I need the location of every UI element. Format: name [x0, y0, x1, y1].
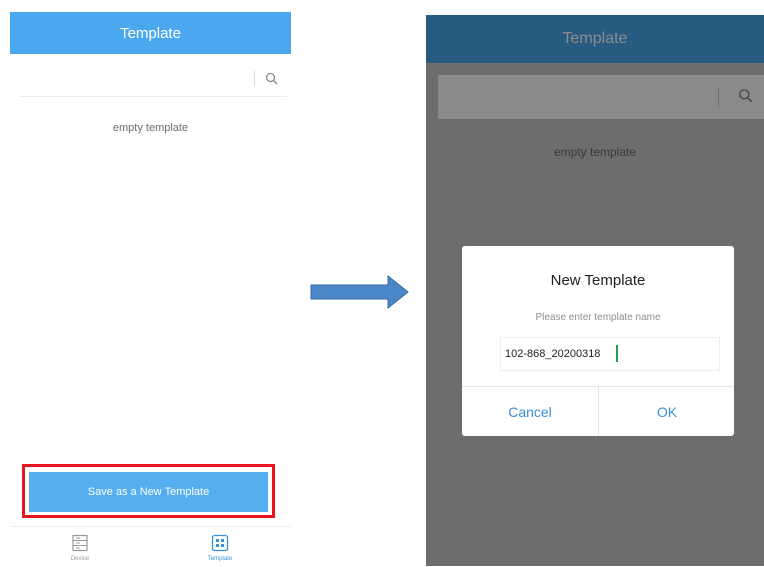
left-screen: Template empty template Save as a New Te… [10, 12, 291, 567]
cancel-button[interactable]: Cancel [462, 387, 598, 436]
tab-template[interactable]: Template [150, 527, 290, 567]
search-icon[interactable] [264, 71, 280, 87]
empty-template-text: empty template [112, 122, 189, 134]
dialog-placeholder-hint: Please enter template name [535, 312, 661, 323]
template-name-input[interactable] [500, 337, 720, 371]
device-icon [72, 534, 88, 552]
bottom-tab-bar: Device Template [10, 526, 291, 567]
search-bar[interactable] [19, 62, 287, 97]
template-icon [211, 534, 229, 552]
tab-device[interactable]: Device [10, 527, 150, 567]
tab-template-label: Template [207, 556, 233, 562]
search-divider [254, 71, 255, 87]
text-caret [616, 345, 618, 362]
ok-button[interactable]: OK [599, 387, 735, 436]
header-bar: Template [10, 12, 291, 54]
tab-device-label: Device [70, 556, 90, 562]
save-as-new-template-button[interactable]: Save as a New Template [29, 472, 268, 512]
new-template-dialog: New Template Please enter template name … [462, 246, 734, 436]
page-title: Template [120, 24, 181, 42]
right-screen: Template empty template New Template Ple… [426, 15, 764, 566]
right-arrow-icon [310, 275, 409, 309]
dialog-title: New Template [550, 272, 646, 289]
